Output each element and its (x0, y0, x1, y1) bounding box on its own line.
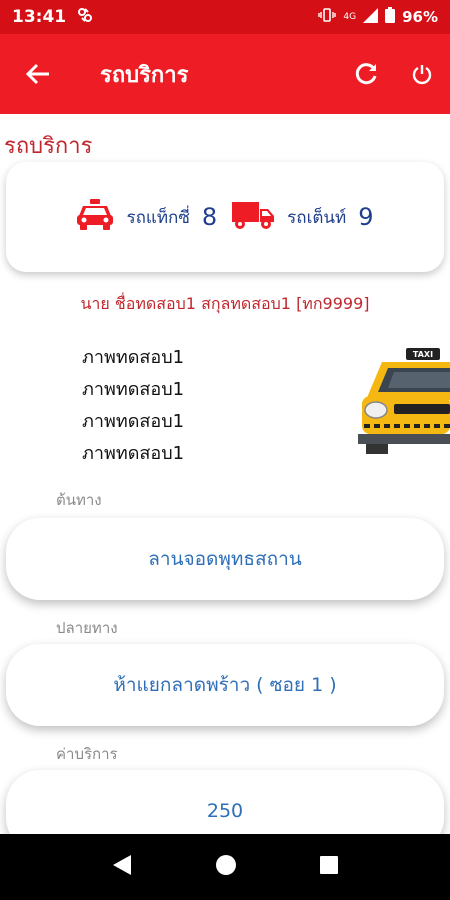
battery-icon (385, 7, 396, 27)
system-nav-bar (0, 834, 450, 900)
truck-label: รถเต็นท์ (287, 207, 347, 228)
network-type: 4G (343, 12, 357, 22)
circle-home-icon (216, 855, 236, 875)
power-button[interactable] (394, 63, 450, 85)
status-time: 13:41 (12, 7, 67, 27)
app-bar: รถบริการ (0, 34, 450, 114)
origin-label: ต้นทาง (56, 491, 102, 509)
refresh-button[interactable] (338, 61, 394, 87)
app-notification-icon (76, 6, 94, 28)
taxi-icon (76, 198, 114, 236)
vehicle-summary-card: รถแท็กซี่ 8 รถเต็นท์ 9 (6, 162, 444, 272)
refresh-icon (355, 63, 377, 85)
fare-label: ค่าบริการ (56, 745, 118, 763)
vibrate-icon (318, 8, 337, 26)
destination-field[interactable]: ห้าแยกลาดพร้าว ( ซอย 1 ) (6, 644, 444, 726)
truck-summary[interactable]: รถเต็นท์ 9 (231, 200, 374, 234)
square-recents-icon (320, 856, 338, 874)
triangle-back-icon (113, 855, 131, 875)
fare-field[interactable]: 250 (6, 770, 444, 834)
origin-field[interactable]: ลานจอดพุทธสถาน (6, 518, 444, 600)
arrow-back-icon (25, 63, 49, 85)
nav-recents-button[interactable] (319, 855, 339, 879)
destination-label: ปลายทาง (56, 619, 118, 637)
battery-percent: 96% (402, 8, 438, 26)
truck-icon (231, 200, 275, 234)
nav-back-button[interactable] (111, 853, 133, 881)
truck-count: 9 (358, 203, 374, 231)
content: รถบริการ รถแท็กซี่ 8 รถเต็นท์ 9 นาย ชื่อ… (0, 114, 450, 834)
image-link[interactable]: ภาพทดสอบ1 (82, 342, 184, 374)
image-link[interactable]: ภาพทดสอบ1 (82, 406, 184, 438)
taxi-label: รถแท็กซี่ (126, 207, 190, 228)
driver-name: นาย ชื่อทดสอบ1 สกุลทดสอบ1 [ทก9999] (80, 294, 370, 313)
section-title: รถบริการ (4, 134, 93, 159)
image-list: ภาพทดสอบ1 ภาพทดสอบ1 ภาพทดสอบ1 ภาพทดสอบ1 (82, 342, 184, 470)
nav-home-button[interactable] (215, 854, 237, 880)
app-bar-title: รถบริการ (100, 62, 189, 88)
status-bar: 13:41 4G 96% (0, 0, 450, 34)
image-link[interactable]: ภาพทดสอบ1 (82, 374, 184, 406)
taxi-sign-text: TAXI (413, 350, 433, 359)
back-button[interactable] (0, 63, 76, 85)
taxi-summary[interactable]: รถแท็กซี่ 8 (76, 198, 217, 236)
power-icon (412, 65, 432, 85)
taxi-count: 8 (201, 203, 218, 231)
taxi-car-illustration: TAXI (356, 340, 450, 464)
image-link[interactable]: ภาพทดสอบ1 (82, 438, 184, 470)
signal-icon (363, 7, 379, 27)
